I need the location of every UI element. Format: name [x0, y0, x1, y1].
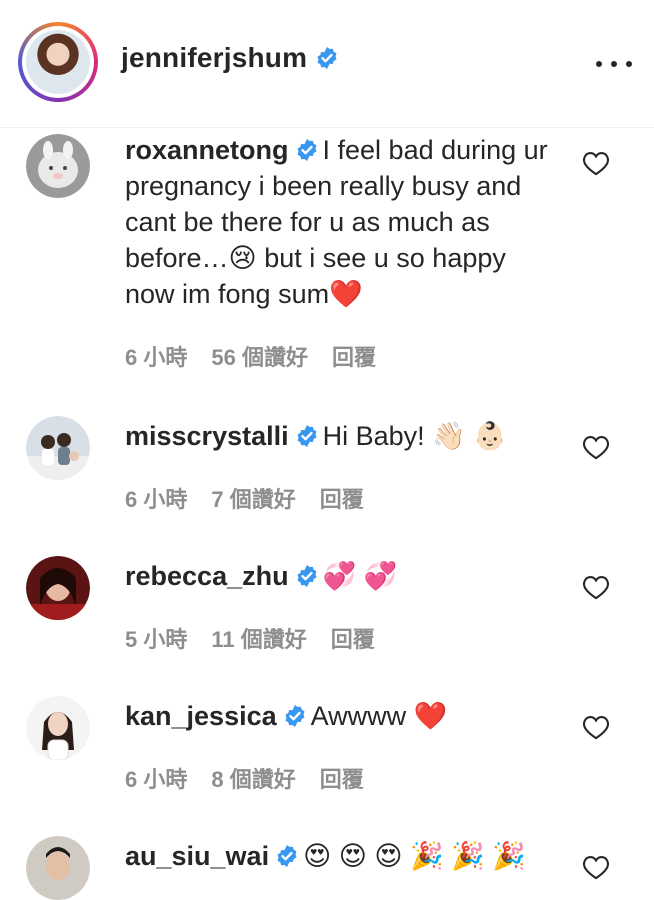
comment-likes[interactable]: 8 個讚好 — [211, 762, 295, 794]
heart-outline-icon[interactable] — [582, 854, 610, 880]
more-options-icon[interactable] — [596, 56, 632, 72]
reply-button[interactable]: 回覆 — [332, 340, 376, 372]
comment-text: 😍 😍 😍 🎉 🎉 🎉 — [303, 841, 526, 871]
comment-time[interactable]: 6 小時 — [125, 340, 187, 372]
comment-text: Awwww ❤️ — [310, 701, 448, 731]
reply-button[interactable]: 回覆 — [320, 482, 364, 514]
commenter-avatar[interactable] — [26, 134, 90, 198]
author-avatar — [26, 30, 90, 94]
comment-time[interactable]: 6 小時 — [125, 762, 187, 794]
commenter-avatar[interactable] — [26, 696, 90, 760]
verified-badge-icon — [277, 845, 297, 867]
comment-text: Hi Baby! 👋🏻 👶🏻 — [322, 421, 507, 451]
commenter-avatar[interactable] — [26, 556, 90, 620]
heart-outline-icon[interactable] — [582, 150, 610, 176]
verified-badge-icon — [297, 565, 317, 587]
commenter-avatar[interactable] — [26, 416, 90, 480]
commenter-username[interactable]: rebecca_zhu — [125, 561, 289, 591]
reply-button[interactable]: 回覆 — [331, 622, 375, 654]
verified-badge-icon — [317, 47, 337, 69]
commenter-username[interactable]: kan_jessica — [125, 701, 277, 731]
reply-button[interactable]: 回覆 — [320, 762, 364, 794]
comment-time[interactable]: 6 小時 — [125, 482, 187, 514]
verified-badge-icon — [285, 705, 305, 727]
post-header: jenniferjshum — [0, 0, 654, 128]
author-username[interactable]: jenniferjshum — [121, 42, 307, 74]
commenter-avatar[interactable] — [26, 836, 90, 900]
author-avatar-story-ring[interactable] — [18, 22, 98, 102]
comment-time[interactable]: 5 小時 — [125, 622, 187, 654]
heart-outline-icon[interactable] — [582, 574, 610, 600]
verified-badge-icon — [297, 139, 317, 161]
commenter-username[interactable]: misscrystalli — [125, 421, 289, 451]
commenter-username[interactable]: au_siu_wai — [125, 841, 269, 871]
verified-badge-icon — [297, 425, 317, 447]
heart-outline-icon[interactable] — [582, 434, 610, 460]
commenter-username[interactable]: roxannetong — [125, 135, 289, 165]
comment-likes[interactable]: 56 個讚好 — [211, 340, 308, 372]
comment-likes[interactable]: 7 個讚好 — [211, 482, 295, 514]
heart-outline-icon[interactable] — [582, 714, 610, 740]
comment-likes[interactable]: 11 個讚好 — [211, 622, 306, 654]
comment-text: 💞 💞 — [322, 561, 398, 591]
